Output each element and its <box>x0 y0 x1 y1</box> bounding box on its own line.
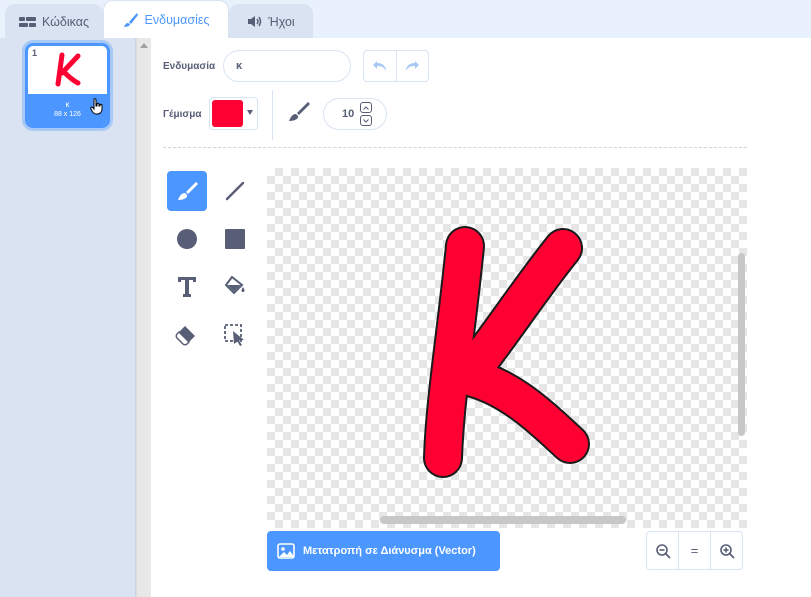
chevron-down-icon <box>363 118 369 123</box>
undo-icon <box>372 61 386 71</box>
brush-size-value: 10 <box>342 108 355 120</box>
brush-size-stepper <box>360 102 373 126</box>
image-icon <box>277 543 295 559</box>
convert-to-vector-button[interactable]: Μετατροπή σε Διάνυσμα (Vector) <box>267 531 500 571</box>
zoom-reset-button[interactable]: = <box>678 532 710 569</box>
paint-bucket-icon <box>224 275 245 295</box>
redo-icon <box>406 61 420 71</box>
rectangle-icon <box>225 229 245 249</box>
costume-thumbnail <box>28 46 107 94</box>
text-tool[interactable] <box>167 267 207 307</box>
convert-to-vector-label: Μετατροπή σε Διάνυσμα (Vector) <box>303 545 476 557</box>
hand-cursor-icon <box>90 98 103 115</box>
zoom-out-icon <box>655 543 670 558</box>
costume-name-label: Ενδυμασία <box>163 61 216 72</box>
line-icon <box>225 181 245 201</box>
canvas-vertical-scrollbar[interactable] <box>738 253 745 436</box>
equals-icon: = <box>690 543 699 558</box>
fill-tool[interactable] <box>215 267 255 307</box>
fill-color-swatch <box>212 100 243 127</box>
speaker-icon <box>248 16 262 27</box>
canvas-letter-kappa <box>423 226 590 478</box>
fill-color-picker[interactable] <box>209 97 258 130</box>
circle-icon <box>177 229 197 249</box>
eraser-icon <box>175 326 195 346</box>
canvas-horizontal-scrollbar[interactable] <box>380 516 626 524</box>
scroll-up-arrow-icon[interactable] <box>140 43 148 48</box>
tab-bar: Κώδικας Ενδυμασίες Ήχοι <box>0 0 811 38</box>
zoom-in-button[interactable] <box>710 532 742 569</box>
costume-name-input[interactable] <box>223 50 351 82</box>
brush-icon <box>123 12 138 27</box>
brush-size-icon <box>289 102 310 121</box>
tab-code-label: Κώδικας <box>41 14 90 29</box>
costume-thumbnail-glyph <box>55 52 80 87</box>
brush-size-input[interactable]: 10 <box>323 98 387 130</box>
zoom-controls: = <box>646 531 743 570</box>
paint-canvas[interactable] <box>267 168 747 528</box>
toolbar-divider <box>272 90 273 140</box>
line-tool[interactable] <box>215 171 255 211</box>
paint-editor: Ενδυμασία Γέμισμα 10 <box>151 38 811 597</box>
costume-list: 1 κ 88 x 126 <box>0 38 136 597</box>
increase-button[interactable] <box>360 102 372 113</box>
brush-tool[interactable] <box>167 171 207 211</box>
tab-costumes[interactable]: Ενδυμασίες <box>103 0 229 38</box>
tab-sounds-label: Ήχοι <box>268 14 295 29</box>
circle-tool[interactable] <box>167 219 207 259</box>
brush-icon <box>178 182 198 200</box>
chevron-up-icon <box>363 105 369 110</box>
decrease-button[interactable] <box>360 115 372 126</box>
tab-costumes-label: Ενδυμασίες <box>144 12 210 27</box>
tab-code[interactable]: Κώδικας <box>5 4 103 38</box>
eraser-tool[interactable] <box>167 315 207 355</box>
text-icon <box>178 277 196 297</box>
undo-redo-group <box>363 50 429 82</box>
zoom-in-icon <box>719 543 734 558</box>
costume-list-scrollbar[interactable] <box>136 38 151 597</box>
toolbar-separator <box>163 147 747 148</box>
code-icon <box>18 16 36 27</box>
costume-item[interactable]: 1 κ 88 x 126 <box>25 43 110 128</box>
rectangle-tool[interactable] <box>215 219 255 259</box>
fill-label: Γέμισμα <box>163 109 202 120</box>
tab-sounds[interactable]: Ήχοι <box>229 4 313 38</box>
undo-button[interactable] <box>364 51 397 81</box>
select-icon <box>224 324 244 346</box>
zoom-out-button[interactable] <box>647 532 678 569</box>
dropdown-arrow-icon <box>247 110 253 115</box>
redo-button[interactable] <box>397 51 429 81</box>
select-tool[interactable] <box>215 315 255 355</box>
